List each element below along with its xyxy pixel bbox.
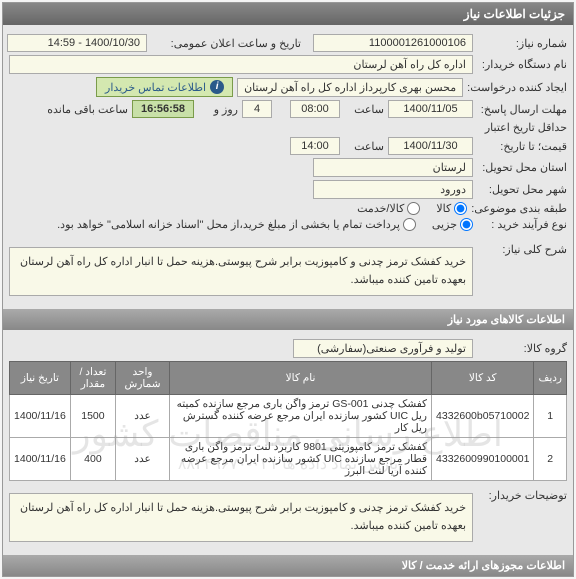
items-header: اطلاعات کالاهای مورد نیاز xyxy=(3,309,573,330)
contact-link-text: اطلاعات تماس خریدار xyxy=(105,81,206,94)
cell-code: 4332600b05710002 xyxy=(432,395,534,438)
table-row: 2 4332600990100001 کفشک ترمز کامپوزیتی 9… xyxy=(10,438,567,481)
validity-from-label: حداقل تاریخ اعتبار xyxy=(477,121,567,134)
footer-header: اطلاعات مجوزهای ارائه خدمت / کالا xyxy=(3,555,573,576)
radio-treasury-label: پرداخت تمام یا بخشی از مبلغ خرید،از محل … xyxy=(57,218,400,231)
radio-treasury[interactable] xyxy=(403,218,416,231)
category-label: طبقه بندی موضوعی: xyxy=(471,202,567,215)
buyer-value: اداره کل راه آهن لرستان xyxy=(9,55,473,74)
need-number-value: 1100001261000106 xyxy=(313,34,473,52)
th-qty: تعداد / مقدار xyxy=(70,362,115,395)
time-label-1: ساعت xyxy=(344,103,384,116)
days-label: روز و xyxy=(198,103,238,116)
radio-goods-service-label: کالا/خدمت xyxy=(357,202,404,215)
countdown-timer: 16:56:58 xyxy=(132,100,194,118)
panel-title: جزئیات اطلاعات نیاز xyxy=(3,3,573,25)
table-header-row: ردیف کد کالا نام کالا واحد شمارش تعداد /… xyxy=(10,362,567,395)
cell-unit: عدد xyxy=(116,438,170,481)
radio-goods-service[interactable] xyxy=(407,202,420,215)
city-label: شهر محل تحویل: xyxy=(477,183,567,196)
cell-idx: 2 xyxy=(534,438,567,481)
cell-date: 1400/11/16 xyxy=(10,438,71,481)
time-label-2: ساعت xyxy=(344,140,384,153)
validity-to-label: قیمت؛ تا تاریخ: xyxy=(477,140,567,153)
buyer-label: نام دستگاه خریدار: xyxy=(477,58,567,71)
th-date: تاریخ نیاز xyxy=(10,362,71,395)
province-value: لرستان xyxy=(313,158,473,177)
announce-value: 1400/10/30 - 14:59 xyxy=(7,34,147,52)
th-unit: واحد شمارش xyxy=(116,362,170,395)
group-value: تولید و فرآوری صنعتی(سفارشی) xyxy=(293,339,473,358)
creator-value: محسن بهری کارپرداز اداره کل راه آهن لرست… xyxy=(237,78,463,97)
th-idx: ردیف xyxy=(534,362,567,395)
deadline-time: 08:00 xyxy=(290,100,340,118)
buyer-notes-label: توضیحات خریدار: xyxy=(477,489,567,502)
cell-idx: 1 xyxy=(534,395,567,438)
cell-qty: 400 xyxy=(70,438,115,481)
remaining-label: ساعت باقی مانده xyxy=(47,103,128,116)
radio-goods[interactable] xyxy=(454,202,467,215)
process-label: نوع فرآیند خرید : xyxy=(477,218,567,231)
cell-name: کفشک ترمز کامپوزیتی 9801 کاربرد لنت ترمز… xyxy=(170,438,432,481)
province-label: استان محل تحویل: xyxy=(477,161,567,174)
cell-date: 1400/11/16 xyxy=(10,395,71,438)
deadline-label: مهلت ارسال پاسخ: xyxy=(477,103,567,116)
radio-partial-label: جزیی xyxy=(432,218,457,231)
validity-date: 1400/11/30 xyxy=(388,137,473,155)
th-name: نام کالا xyxy=(170,362,432,395)
creator-label: ایجاد کننده درخواست: xyxy=(467,81,567,94)
deadline-date: 1400/11/05 xyxy=(388,100,473,118)
cell-unit: عدد xyxy=(116,395,170,438)
main-panel: جزئیات اطلاعات نیاز شماره نیاز: 11000012… xyxy=(2,2,574,577)
buyer-contact-link[interactable]: i اطلاعات تماس خریدار xyxy=(96,77,233,97)
radio-goods-label: کالا xyxy=(436,202,451,215)
cell-name: کفشک چدنی GS-001 ترمز واگن باری مرجع ساز… xyxy=(170,395,432,438)
announce-label: تاریخ و ساعت اعلان عمومی: xyxy=(151,37,301,50)
cell-code: 4332600990100001 xyxy=(432,438,534,481)
need-number-label: شماره نیاز: xyxy=(477,37,567,50)
need-desc-text: خرید کفشک ترمز چدنی و کامپوزیت برابر شرح… xyxy=(9,247,473,296)
items-table: ردیف کد کالا نام کالا واحد شمارش تعداد /… xyxy=(9,361,567,481)
days-value: 4 xyxy=(242,100,272,118)
items-body: اطلاع رسانی مناقصات کشور پارس نماد داده … xyxy=(3,330,573,555)
info-body: شماره نیاز: 1100001261000106 تاریخ و ساع… xyxy=(3,25,573,309)
th-code: کد کالا xyxy=(432,362,534,395)
buyer-notes-text: خرید کفشک ترمز چدنی و کامپوزیت برابر شرح… xyxy=(9,493,473,542)
radio-partial[interactable] xyxy=(460,218,473,231)
need-desc-label: شرح کلی نیاز: xyxy=(477,243,567,256)
group-label: گروه کالا: xyxy=(477,342,567,355)
validity-time: 14:00 xyxy=(290,137,340,155)
cell-qty: 1500 xyxy=(70,395,115,438)
info-icon: i xyxy=(210,80,224,94)
city-value: دورود xyxy=(313,180,473,199)
table-row: 1 4332600b05710002 کفشک چدنی GS-001 ترمز… xyxy=(10,395,567,438)
